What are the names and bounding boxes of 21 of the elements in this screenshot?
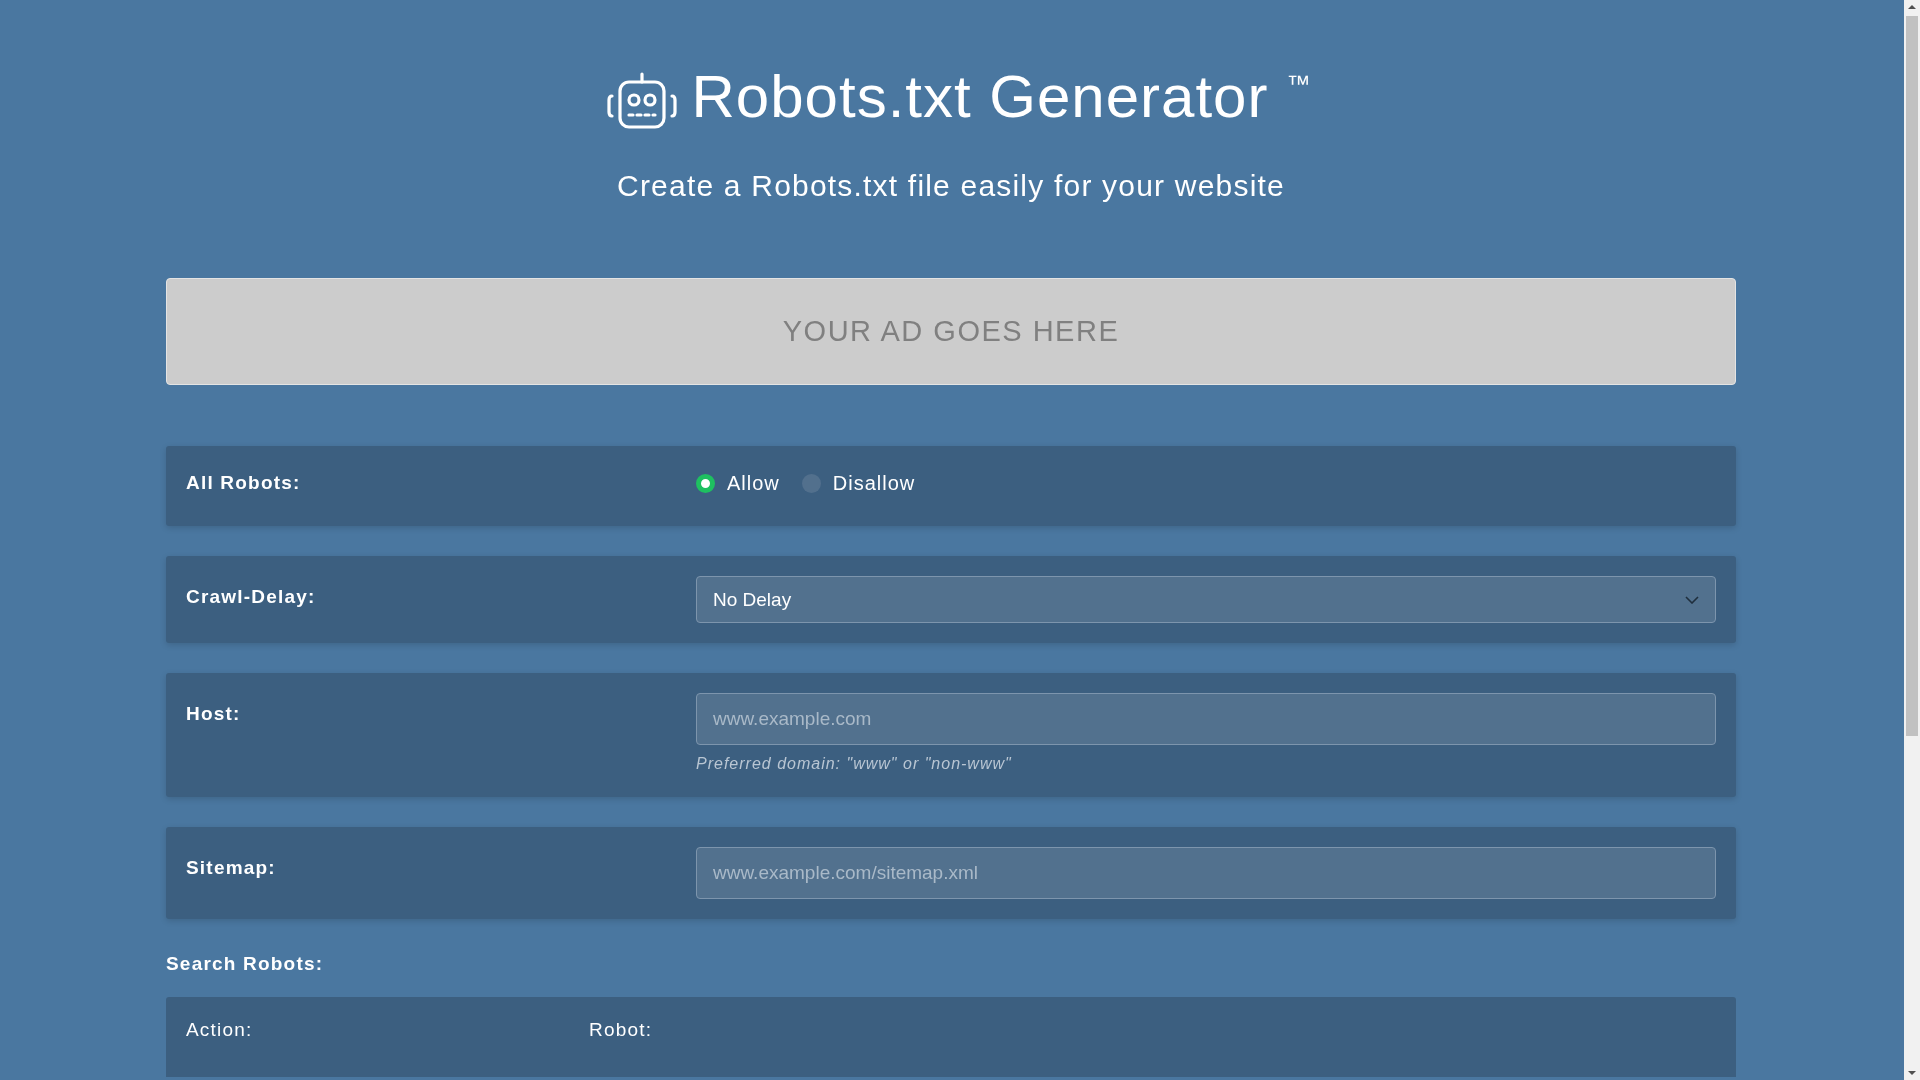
field-label: Sitemap: <box>186 856 277 880</box>
delay-dropdown[interactable]: No Delay <box>696 576 1716 623</box>
page-title: Robots.txt Generator <box>691 62 1269 132</box>
field-label: Host: <box>186 702 242 726</box>
chevron-down-icon <box>1685 595 1699 604</box>
field-label: All Robots: <box>186 471 302 495</box>
field-hint: Preferred domain: "www" or "non-www" <box>696 755 1013 773</box>
ad-banner: YOUR AD GOES HERE <box>166 278 1736 385</box>
page-subtitle: Create a Robots.txt file easily for your website <box>616 168 1286 204</box>
field-label: Crawl-Delay: <box>186 585 317 609</box>
radio-icon[interactable] <box>696 473 715 493</box>
input-field[interactable]: www.example.com <box>696 693 1716 745</box>
input-field[interactable]: www.example.com/sitemap.xml <box>696 847 1716 899</box>
robot-icon <box>605 72 678 130</box>
radio-option[interactable]: Allow <box>696 471 780 495</box>
trademark: ™ <box>1286 70 1311 98</box>
section-title: Search Robots: <box>166 953 325 975</box>
column-header: Robot: <box>589 1019 653 1042</box>
radio-option[interactable]: Disallow <box>801 471 916 495</box>
column-header: Action: <box>186 1019 254 1042</box>
scrollbar[interactable] <box>1904 0 1920 1080</box>
